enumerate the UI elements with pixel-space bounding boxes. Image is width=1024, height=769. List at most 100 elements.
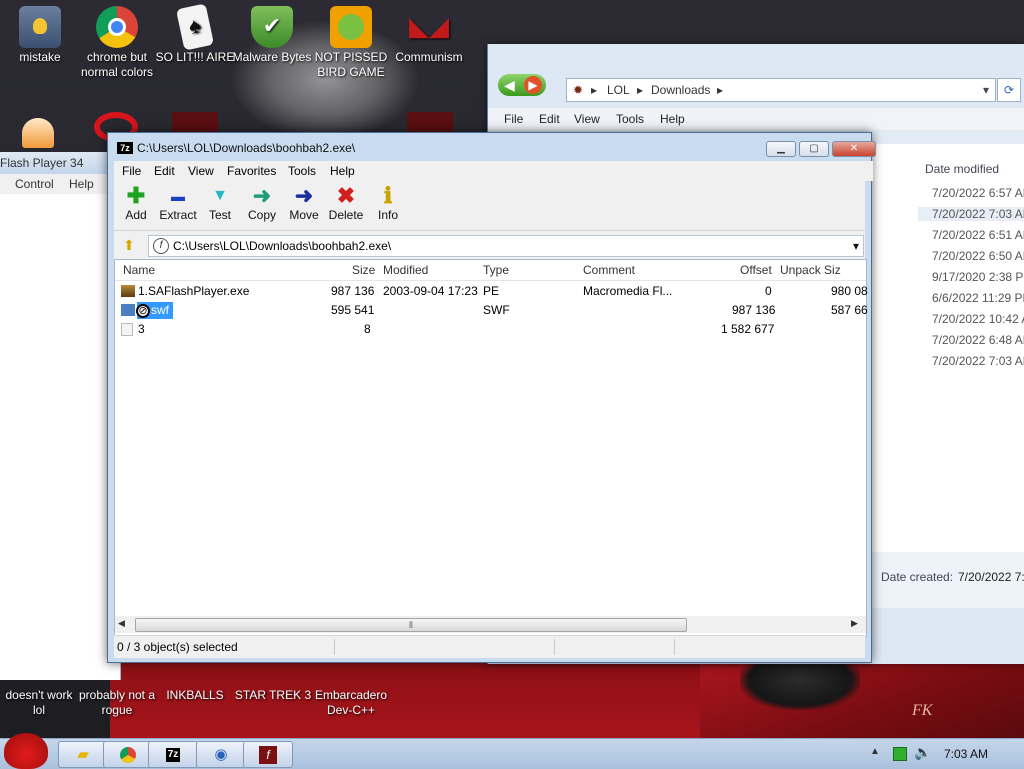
back-forward-buttons[interactable]: ◀ ▶ [498,74,546,96]
sevenzip-address-row: ⬆ f C:\Users\LOL\Downloads\boohbah2.exe\… [114,232,865,258]
table-row[interactable]: 3 8 1 582 677 [115,320,866,339]
sevenzip-address-bar[interactable]: f C:\Users\LOL\Downloads\boohbah2.exe\ ▾ [148,235,864,257]
taskbar-7z-button[interactable]: 7z [148,741,198,768]
menu-edit[interactable]: Edit [154,161,175,181]
list-item-date[interactable]: 7/20/2022 7:03 AM [932,354,1024,368]
table-row[interactable]: 2.swf ⊘ 595 541 SWF 987 136 587 66 [115,301,868,320]
egg-icon[interactable] [22,118,54,148]
column-modified[interactable]: Modified [383,260,428,280]
column-name[interactable]: Name [123,260,155,280]
volume-icon[interactable]: 🔈 [914,744,931,761]
column-size[interactable]: Size [352,260,375,280]
status-divider [554,639,555,655]
list-item-date[interactable]: 6/6/2022 11:29 PM [932,291,1024,305]
taskbar-explorer-button[interactable]: ▰ [58,741,108,768]
menu-help[interactable]: Help [660,108,685,130]
details-value: 7/20/2022 7:0 [958,570,1024,584]
delete-button[interactable]: ✖ Delete [324,184,368,223]
menu-tools[interactable]: Tools [616,108,644,130]
start-button[interactable] [4,733,48,769]
maximize-button[interactable]: ▢ [799,141,829,157]
list-item-date[interactable]: 7/20/2022 6:50 AM [932,249,1024,263]
test-button[interactable]: ▼ Test [198,184,242,222]
breadcrumb-lol[interactable]: LOL [607,79,630,101]
column-type[interactable]: Type [483,260,509,280]
desktop-icon-communism[interactable]: ◣◢ Communism [389,6,469,65]
taskbar: ▰ 7z ◉ f ▲ 🔈 7:03 AM [0,733,1024,769]
table-row[interactable]: 1.SAFlashPlayer.exe 987 136 2003-09-04 1… [115,282,868,301]
explorer-address-bar[interactable]: ✹ ▸ LOL ▸ Downloads ▸ ▾ [566,78,996,102]
move-button[interactable]: ➜ Move [282,184,326,223]
wallpaper-signature: FK [912,702,933,719]
sevenzip-file-list[interactable]: Name Size Modified Type Comment Offset U… [114,259,868,637]
menu-tools[interactable]: Tools [288,161,316,181]
desktop-icon-solitaire[interactable]: ♠ SO LIT!!! AIRE [155,3,235,65]
network-icon[interactable] [893,747,907,761]
sevenzip-titlebar[interactable]: 7z C:\Users\LOL\Downloads\boohbah2.exe\ … [108,133,876,161]
cell-size: 8 [364,322,371,336]
list-item-date[interactable]: 7/20/2022 6:57 AM [932,186,1024,200]
menu-control[interactable]: Control [15,174,54,194]
cell-size: 987 136 [331,284,375,298]
cell-unpack: 980 08 [831,284,868,298]
close-button[interactable]: ✕ [832,141,876,157]
minimize-button[interactable]: ▁ [766,141,796,157]
menu-view[interactable]: View [188,161,214,181]
info-button[interactable]: ℹ Info [366,184,410,223]
copy-button[interactable]: ➜ Copy [240,184,284,223]
column-offset[interactable]: Offset [740,260,772,280]
breadcrumb-downloads[interactable]: Downloads [651,79,710,101]
menu-file[interactable]: File [504,108,523,130]
desktop-icon-mistake[interactable]: mistake [0,6,80,65]
desktop-icon-malwarebytes[interactable]: ✔ Malware Bytes [232,6,312,65]
folder-up-icon[interactable]: ⬆ [118,235,140,255]
desktop-icon-label[interactable]: INKBALLS [156,688,234,703]
list-item-date[interactable]: 7/20/2022 10:42 AM [932,312,1024,326]
forward-icon[interactable]: ▶ [524,76,542,94]
scrollbar-thumb[interactable]: ⦀ [135,618,687,632]
taskbar-chrome-button[interactable] [103,741,153,768]
list-item-date[interactable]: 7/20/2022 6:48 AM [932,333,1024,347]
scroll-right-icon[interactable]: ▶ [851,618,858,629]
clock[interactable]: 7:03 AM [944,739,1004,769]
list-item-date[interactable]: 9/17/2020 2:38 PM [932,270,1024,284]
desktop-icon-label[interactable]: Embarcadero Dev-C++ [312,688,390,718]
taskbar-flash-button[interactable]: f [243,741,293,768]
sevenzip-icon: 7z [165,748,181,763]
column-comment[interactable]: Comment [583,260,635,280]
desktop-icon-label[interactable]: doesn't work lol [0,688,78,718]
menu-file[interactable]: File [122,161,141,181]
sevenzip-app-icon: 7z [117,142,133,154]
desktop-icon-chrome[interactable]: chrome but normal colors [77,6,157,80]
cell-offset: 0 [765,284,772,298]
sevenzip-window[interactable]: 7z C:\Users\LOL\Downloads\boohbah2.exe\ … [107,132,876,663]
playing-card-icon: ♠ [175,3,215,51]
taskbar-ie-button[interactable]: ◉ [196,741,246,768]
desktop-icon-bird-game[interactable]: NOT PISSED BIRD GAME [311,6,391,80]
back-icon[interactable]: ◀ [504,74,515,96]
desktop-icon-label[interactable]: probably not a rogue [78,688,156,718]
column-date-modified[interactable]: Date modified [925,162,999,176]
menu-favorites[interactable]: Favorites [227,161,276,181]
cell-modified: 2003-09-04 17:23 [383,284,478,298]
column-unpack-size[interactable]: Unpack Siz [780,260,841,280]
horizontal-scrollbar[interactable]: ◀ ⦀ ▶ [115,616,866,633]
refresh-icon[interactable]: ⟳ [997,78,1021,102]
list-item-date[interactable]: 7/20/2022 6:51 AM [932,228,1024,242]
list-item-date[interactable]: 7/20/2022 7:03 AM [918,207,1024,221]
desktop-icon-label: NOT PISSED BIRD GAME [314,50,388,79]
tray-expand-icon[interactable]: ▲ [870,746,880,757]
chevron-down-icon[interactable]: ▾ [983,79,989,101]
menu-view[interactable]: View [574,108,600,130]
add-button[interactable]: ✚ Add [114,183,158,223]
menu-help[interactable]: Help [69,174,94,194]
menu-help[interactable]: Help [330,161,355,181]
extract-button[interactable]: ▬ Extract [156,184,200,222]
menu-edit[interactable]: Edit [539,108,560,130]
desktop-icon-label[interactable]: STAR TREK 3 [234,688,312,703]
chevron-down-icon[interactable]: ▾ [853,236,859,256]
plus-icon: ✚ [126,183,146,208]
flash-player-window[interactable]: Flash Player 34 Control Help [0,152,121,680]
chevron-right-icon: ▸ [591,83,598,97]
scroll-left-icon[interactable]: ◀ [118,618,125,629]
